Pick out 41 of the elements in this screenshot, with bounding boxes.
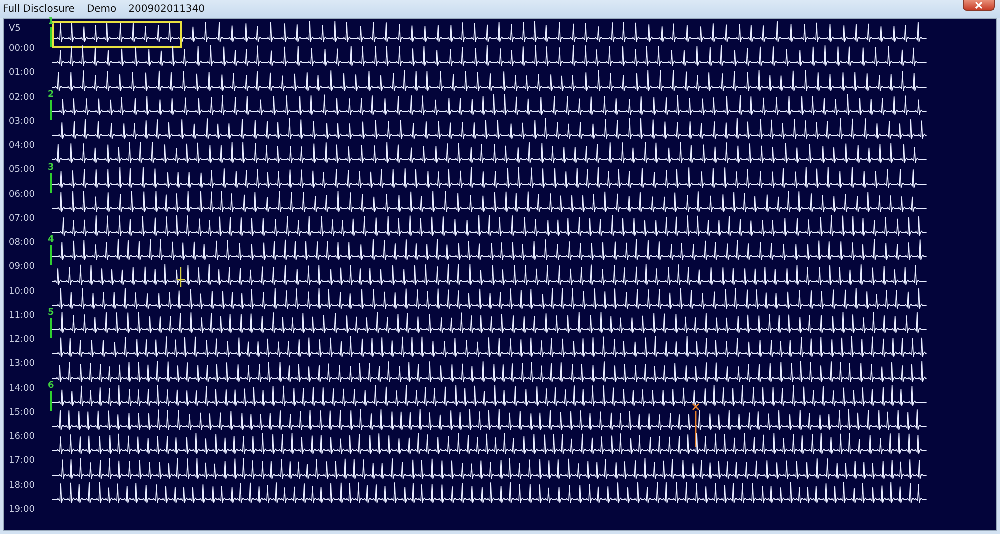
marker-number: 2 (48, 90, 54, 100)
time-label: 08:00 (9, 237, 35, 250)
window-title: Demo (86, 4, 117, 14)
marker-bar (50, 100, 52, 120)
time-label: 19:00 (9, 504, 35, 517)
marker-bar (50, 390, 52, 411)
window-title: Full Disclosure (3, 4, 75, 14)
close-icon (974, 2, 984, 8)
time-label: 14:00 (9, 382, 35, 396)
time-label: 17:00 (9, 455, 35, 468)
marker-bar (50, 318, 52, 338)
selection-box[interactable] (52, 21, 182, 48)
time-label: 15:00 (9, 406, 35, 420)
time-label: 10:00 (9, 286, 35, 298)
time-label: 11:00 (9, 310, 35, 323)
cursor-mark (177, 266, 185, 286)
event-marker (692, 403, 700, 447)
lead-label: V5 (9, 23, 21, 36)
close-button[interactable] (963, 0, 995, 11)
time-label: 13:00 (9, 358, 35, 372)
time-label: 06:00 (9, 188, 35, 202)
marker-bar (50, 27, 52, 47)
marker-number: 3 (48, 164, 54, 172)
time-label: 18:00 (9, 480, 35, 492)
marker-number: 6 (48, 382, 54, 391)
time-label: 05:00 (9, 164, 35, 178)
window-title: 200902011340 (128, 4, 206, 14)
time-label: 09:00 (9, 261, 35, 274)
marker-number: 4 (48, 236, 54, 246)
marker-number: 5 (48, 309, 54, 318)
marker-bar (50, 245, 52, 266)
time-label: 04:00 (9, 140, 35, 153)
time-label: 03:00 (9, 116, 35, 129)
marker-bar (50, 172, 52, 192)
time-label: 02:00 (9, 92, 35, 104)
time-label: 12:00 (9, 334, 35, 347)
time-label: 00:00 (9, 43, 35, 56)
time-label: 16:00 (9, 431, 35, 444)
time-label: 01:00 (9, 67, 35, 80)
marker-number: 1 (48, 18, 54, 27)
time-label: 07:00 (9, 212, 35, 226)
